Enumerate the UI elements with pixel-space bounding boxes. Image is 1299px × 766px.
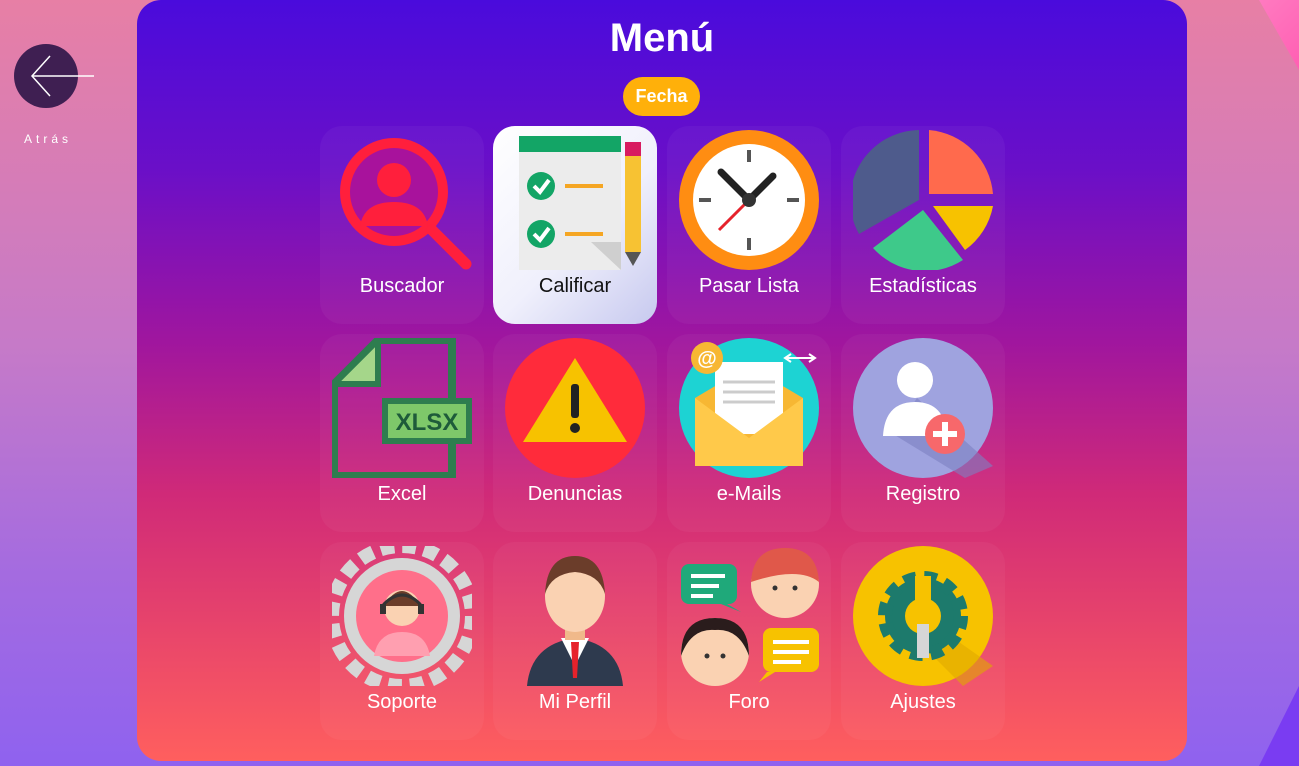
menu-item-pasar-lista[interactable]: Pasar Lista xyxy=(667,126,831,324)
menu-item-foro[interactable]: Foro xyxy=(667,542,831,740)
menu-item-label: e-Mails xyxy=(716,483,782,505)
menu-item-ajustes[interactable]: Ajustes xyxy=(841,542,1005,740)
menu-item-label: Soporte xyxy=(366,691,438,713)
menu-item-label: Ajustes xyxy=(890,691,956,713)
decorative-corner-bottom xyxy=(1259,686,1299,766)
menu-item-label: Mi Perfil xyxy=(538,691,612,713)
menu-item-buscador[interactable]: Buscador xyxy=(320,126,484,324)
email-icon: @ xyxy=(679,338,819,478)
back-nav: Atrás xyxy=(14,44,94,146)
forum-chat-icon xyxy=(681,548,819,686)
decorative-corner-top xyxy=(1259,0,1299,70)
settings-icon xyxy=(853,546,993,686)
svg-text:@: @ xyxy=(697,348,717,370)
date-button[interactable]: Fecha xyxy=(623,77,700,116)
menu-item-emails[interactable]: @ e-Mails xyxy=(667,334,831,532)
xlsx-file-icon: XLSX xyxy=(332,338,472,478)
menu-item-excel[interactable]: XLSX Excel xyxy=(320,334,484,532)
svg-text:XLSX: XLSX xyxy=(396,409,459,436)
support-gear-icon xyxy=(332,546,472,686)
menu-item-label: Excel xyxy=(377,483,427,505)
menu-item-estadisticas[interactable]: Estadísticas xyxy=(841,126,1005,324)
menu-item-label: Calificar xyxy=(538,275,612,297)
menu-item-registro[interactable]: Registro xyxy=(841,334,1005,532)
menu-item-label: Denuncias xyxy=(527,483,623,505)
profile-icon xyxy=(527,556,623,686)
menu-panel: Menú Fecha Buscador Calificar Pasar List… xyxy=(137,0,1187,761)
menu-item-label: Pasar Lista xyxy=(698,275,800,297)
checklist-icon xyxy=(519,136,641,270)
menu-item-label: Registro xyxy=(885,483,961,505)
back-label: Atrás xyxy=(24,132,73,146)
back-button[interactable] xyxy=(14,44,94,108)
menu-item-label: Foro xyxy=(728,691,770,713)
clock-icon xyxy=(679,130,819,270)
pie-chart-icon xyxy=(853,130,993,270)
page-title: Menú xyxy=(609,16,715,60)
menu-item-label: Buscador xyxy=(359,275,445,297)
menu-item-calificar[interactable]: Calificar xyxy=(493,126,657,324)
menu-item-soporte[interactable]: Soporte xyxy=(320,542,484,740)
warning-icon xyxy=(505,338,645,478)
arrow-left-icon xyxy=(30,55,94,97)
menu-item-mi-perfil[interactable]: Mi Perfil xyxy=(493,542,657,740)
menu-item-label: Estadísticas xyxy=(869,275,977,297)
add-user-icon xyxy=(853,338,993,478)
menu-item-denuncias[interactable]: Denuncias xyxy=(493,334,657,532)
search-person-icon xyxy=(340,138,472,270)
